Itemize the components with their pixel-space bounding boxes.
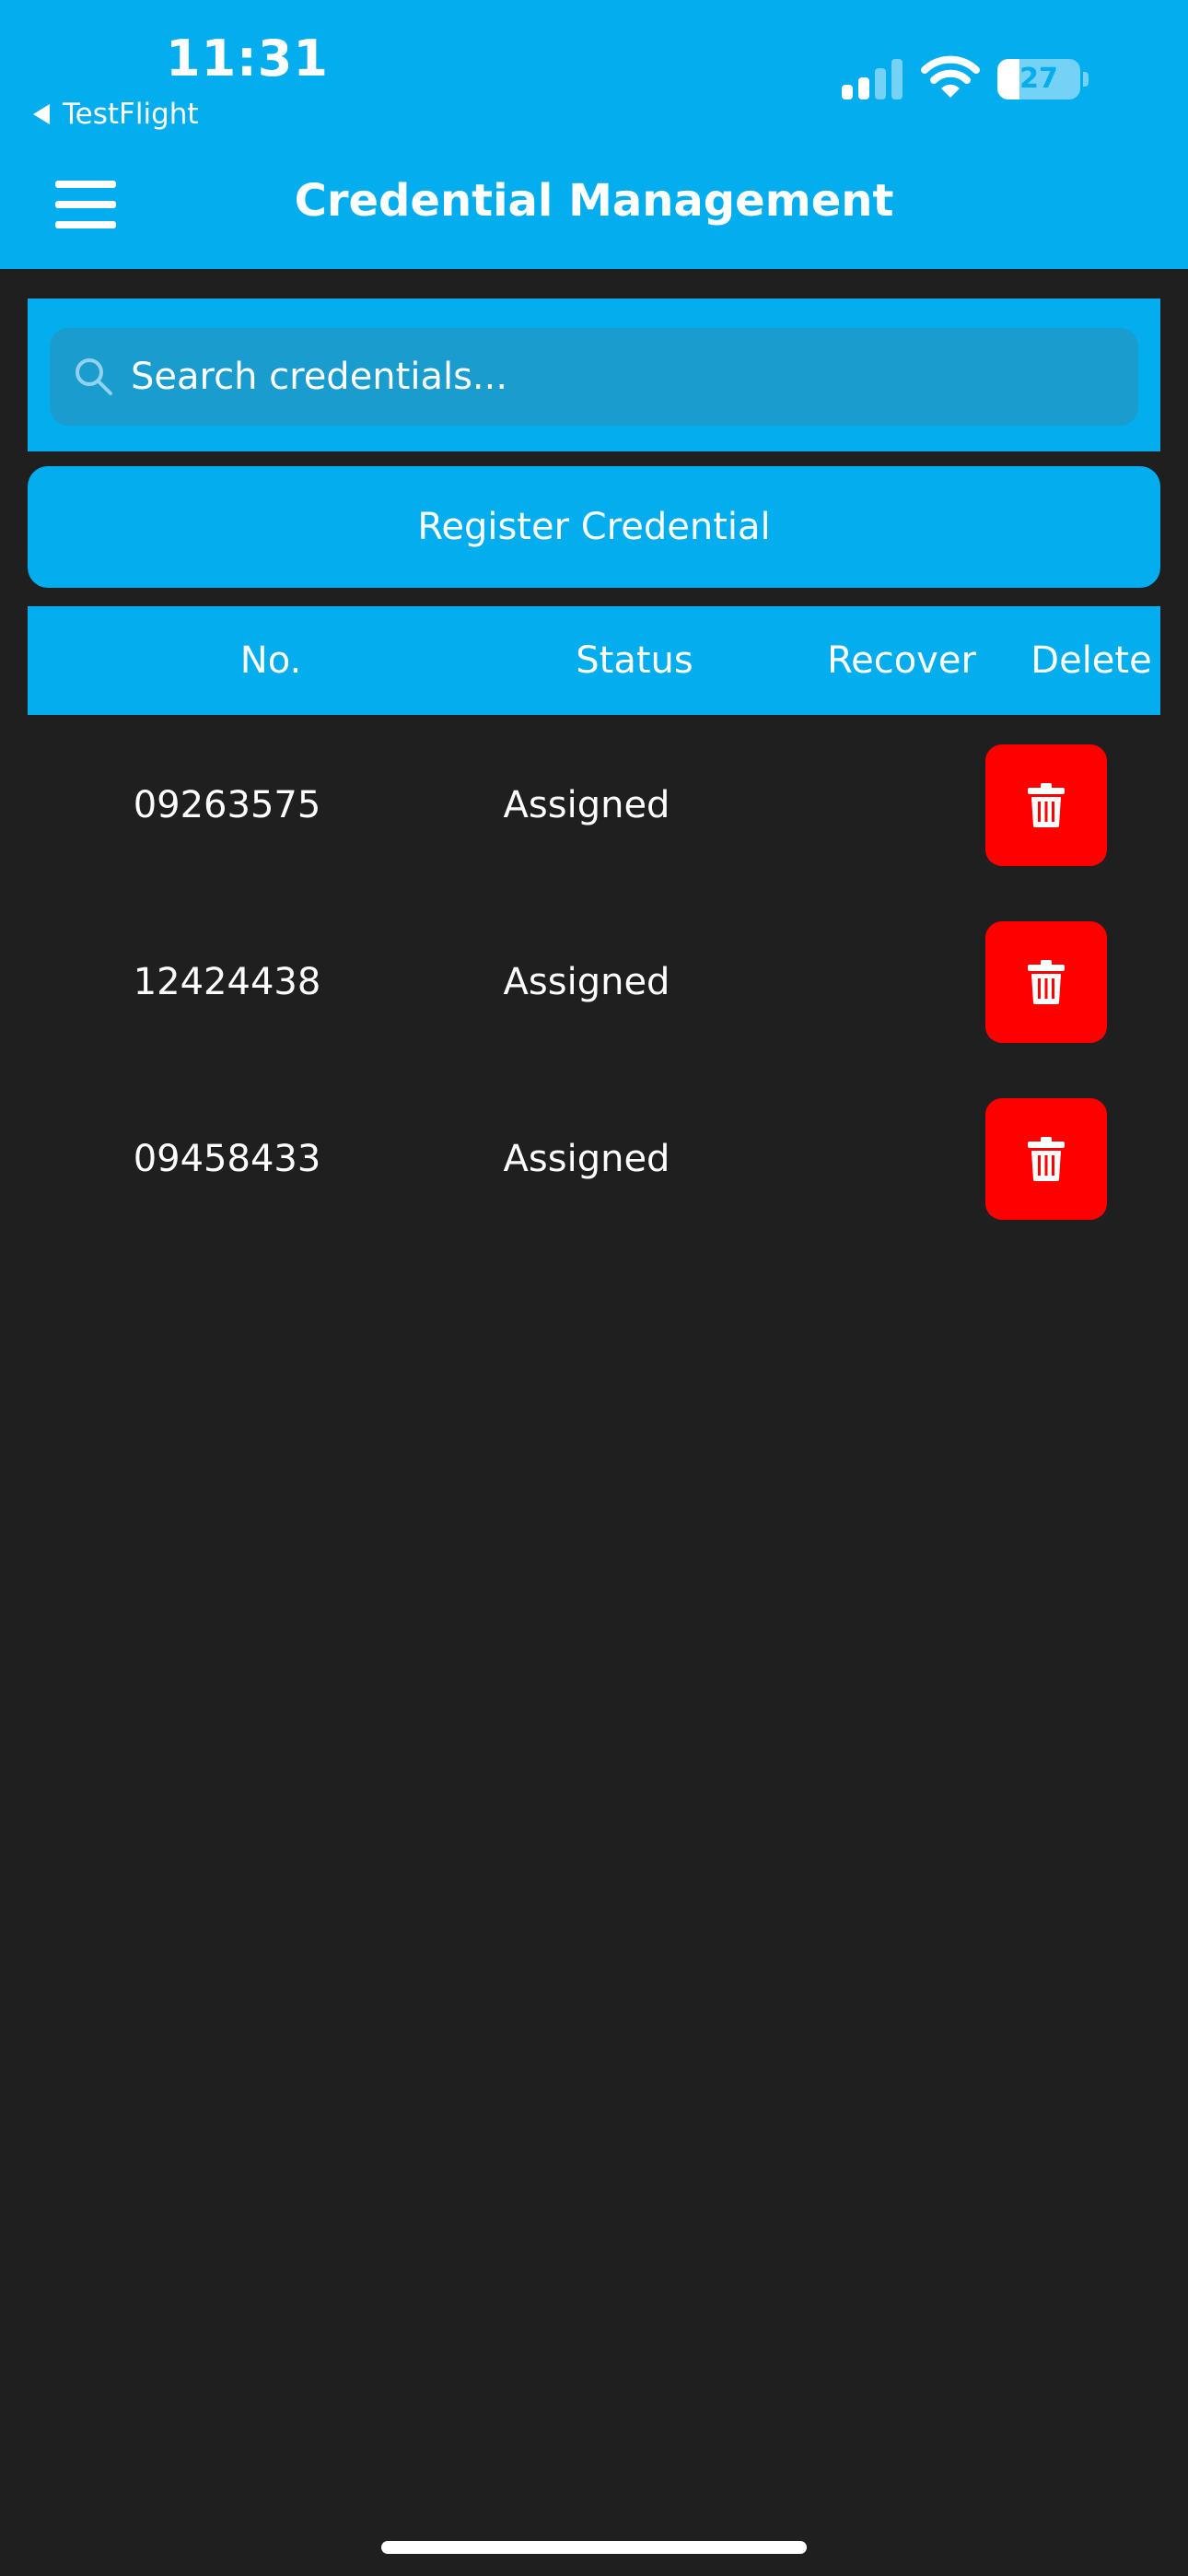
trash-icon [1028,960,1065,1004]
home-indicator[interactable] [381,2541,807,2554]
credential-status: Assigned [503,961,670,1003]
trash-icon [1028,783,1065,827]
app-header: 11:31 TestFlight 27 Credential Managemen… [0,0,1188,269]
cellular-signal-icon [842,59,906,100]
credential-status: Assigned [503,784,670,826]
back-app-label: TestFlight [63,98,199,131]
credential-recover [764,741,976,870]
column-header-recover: Recover [827,639,976,682]
status-time: 11:31 [166,29,329,88]
table-row: 09263575 Assigned [0,741,1188,870]
back-to-app-link[interactable]: TestFlight [33,96,199,133]
table-row: 09458433 Assigned [0,1095,1188,1224]
credential-number: 09458433 [133,1138,321,1180]
trash-icon [1028,1137,1065,1181]
credential-recover [764,1095,976,1224]
credential-status: Assigned [503,1138,670,1180]
table-row: 12424438 Assigned [0,918,1188,1047]
battery-cap [1083,72,1089,87]
search-bar [28,299,1160,451]
credential-recover [764,918,976,1047]
credential-number: 09263575 [133,784,321,826]
battery-icon: 27 [997,59,1080,100]
search-input[interactable] [129,339,1138,415]
column-header-delete: Delete [1031,639,1152,682]
delete-credential-button[interactable] [985,921,1107,1043]
column-header-status: Status [576,639,693,682]
delete-credential-button[interactable] [985,744,1107,866]
delete-credential-button[interactable] [985,1098,1107,1220]
column-header-no: No. [239,639,302,682]
credential-number: 12424438 [133,961,321,1003]
search-icon [76,358,112,395]
back-arrow-icon [33,104,50,124]
register-credential-button[interactable]: Register Credential [28,466,1160,588]
page-title: Credential Management [294,175,894,227]
battery-level: 27 [1019,63,1058,95]
wifi-icon [921,55,980,98]
search-field[interactable] [50,328,1138,426]
table-header: No. Status Recover Delete [28,606,1160,715]
